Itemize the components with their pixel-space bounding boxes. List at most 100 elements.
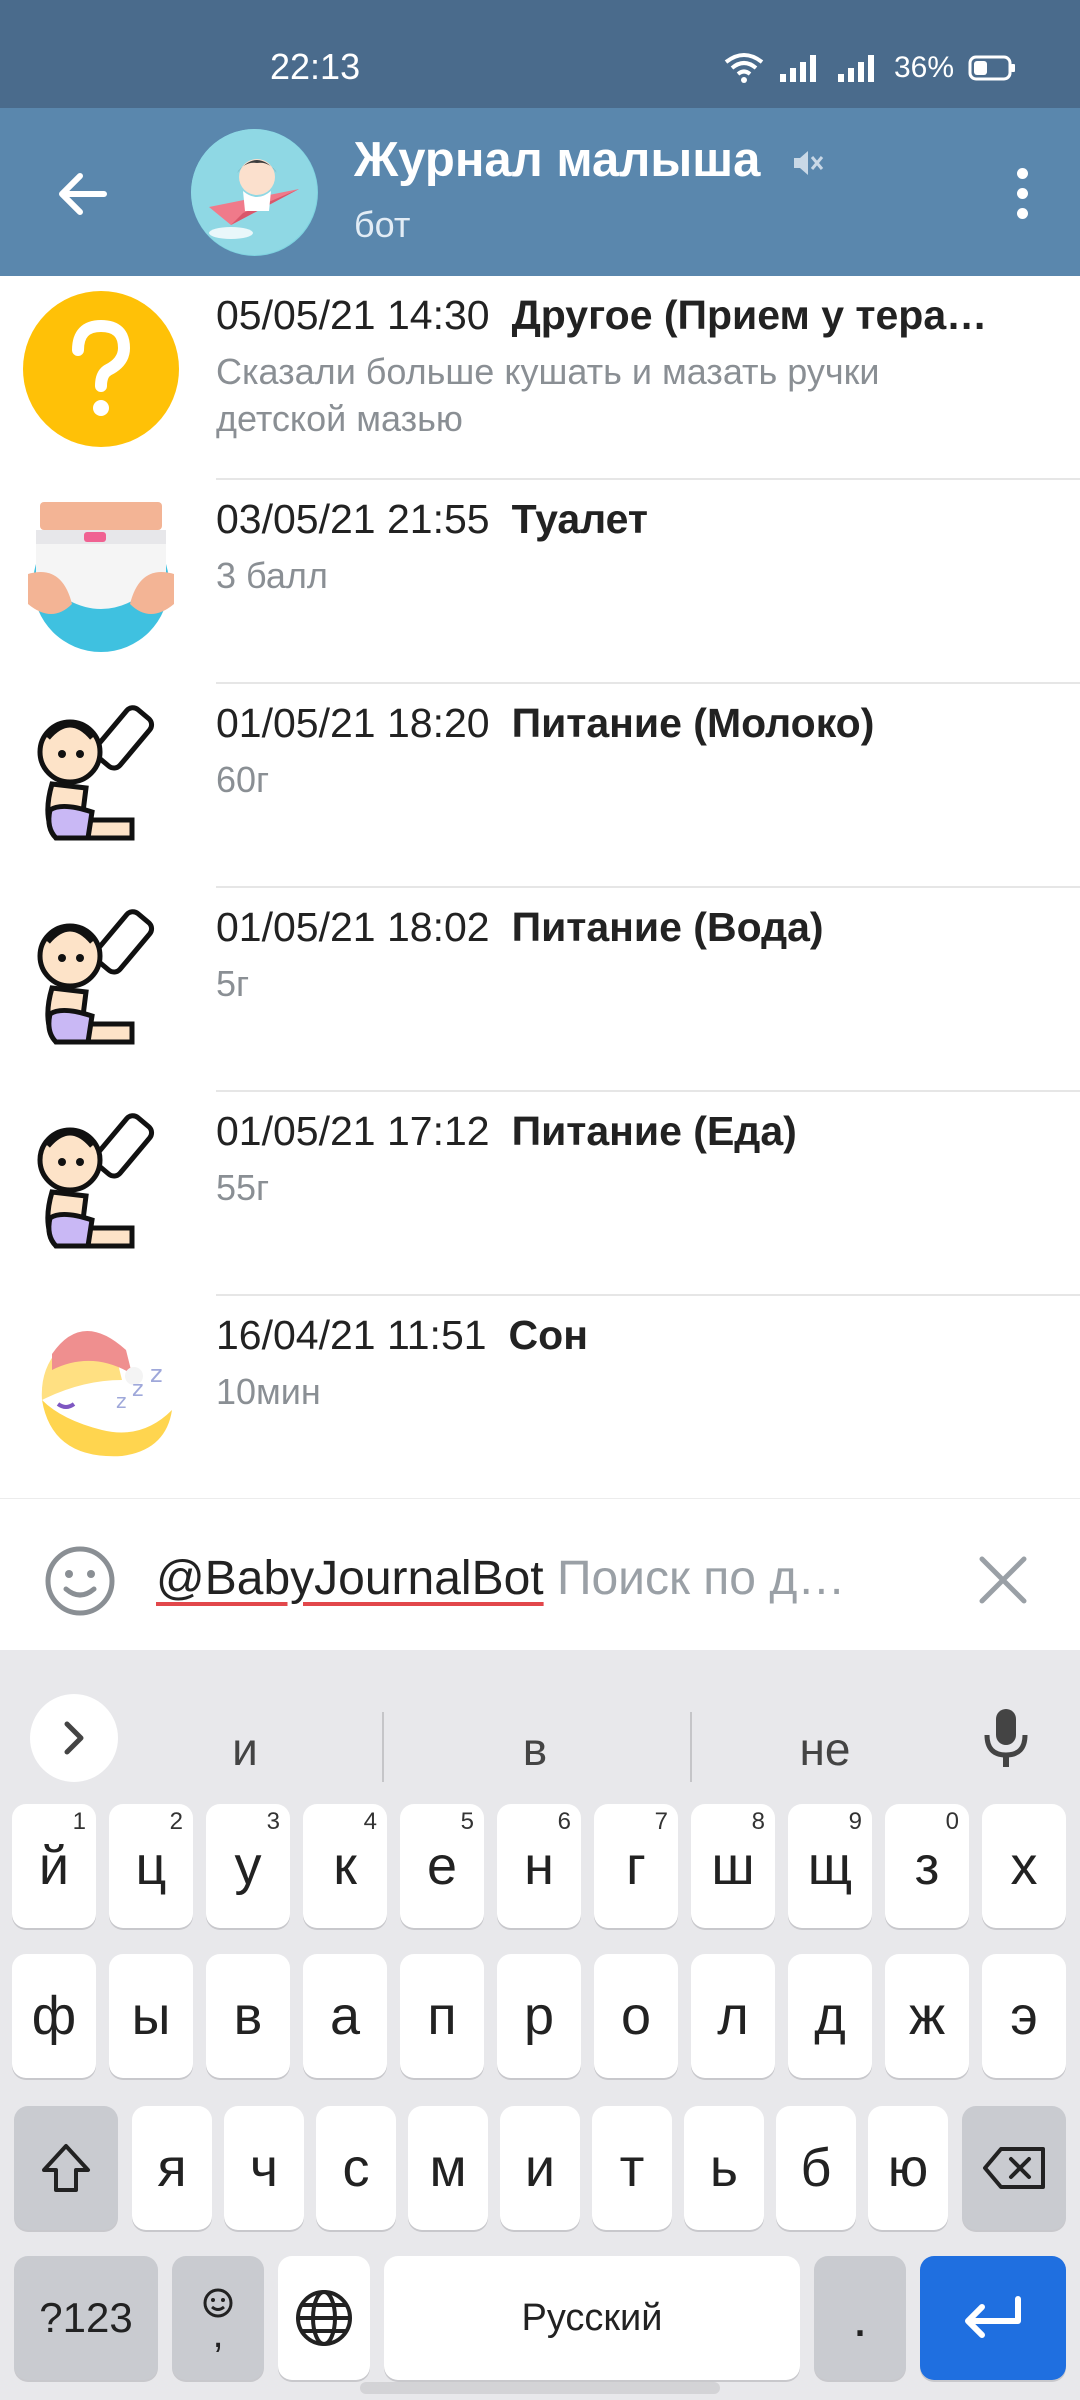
key-ю[interactable]: ю — [868, 2106, 948, 2230]
result-item[interactable]: 01/05/21 18:20 Питание (Молоко) 60г — [0, 684, 1080, 888]
result-datetime: 01/05/21 17:12 — [216, 1108, 490, 1154]
result-category: Питание (Вода) — [511, 904, 824, 950]
close-icon[interactable] — [974, 1551, 1032, 1609]
more-vertical-icon — [1016, 167, 1028, 179]
key-label: л — [717, 1986, 749, 2046]
question-icon — [23, 291, 179, 447]
period-key[interactable]: . — [814, 2256, 906, 2380]
arrow-left-icon — [59, 173, 107, 215]
key-к[interactable]: к4 — [303, 1804, 387, 1928]
signal-icon — [779, 55, 816, 82]
suggestion-separator — [690, 1712, 692, 1782]
key-и[interactable]: и — [500, 2106, 580, 2230]
svg-text:z: z — [150, 1360, 163, 1388]
key-щ[interactable]: щ9 — [788, 1804, 872, 1928]
microphone-button[interactable] — [962, 1694, 1050, 1782]
wifi-icon — [724, 53, 764, 83]
key-л[interactable]: л — [691, 1954, 775, 2078]
result-item[interactable]: z z z 16/04/21 11:51 Сон 10мин — [0, 1296, 1080, 1498]
message-input[interactable]: @BabyJournalBot Поиск по д… — [156, 1551, 936, 1606]
key-number-hint: 7 — [654, 1808, 668, 1835]
key-number-hint: 4 — [363, 1808, 377, 1835]
result-title: 01/05/21 18:02 Питание (Вода) — [216, 904, 1050, 951]
suggestion-1[interactable]: и — [130, 1722, 360, 1776]
result-item[interactable]: 01/05/21 18:02 Питание (Вода) 5г — [0, 888, 1080, 1092]
key-label: д — [814, 1986, 846, 2046]
battery-icon — [968, 55, 1015, 81]
key-ф[interactable]: ф — [12, 1954, 96, 2078]
key-х[interactable]: х — [982, 1804, 1066, 1928]
back-button[interactable] — [44, 156, 120, 232]
suggestion-3[interactable]: не — [710, 1722, 940, 1776]
key-number-hint: 3 — [266, 1808, 280, 1835]
language-key[interactable] — [278, 2256, 370, 2380]
result-datetime: 01/05/21 18:02 — [216, 904, 490, 950]
result-title: 05/05/21 14:30 Другое (Прием у тера… — [216, 292, 1050, 339]
key-ы[interactable]: ы — [109, 1954, 193, 2078]
key-м[interactable]: м — [408, 2106, 488, 2230]
key-ц[interactable]: ц2 — [109, 1804, 193, 1928]
shift-key[interactable] — [14, 2106, 118, 2230]
key-ш[interactable]: ш8 — [691, 1804, 775, 1928]
avatar[interactable] — [191, 129, 318, 256]
key-ж[interactable]: ж — [885, 1954, 969, 2078]
message-input-bar: @BabyJournalBot Поиск по д… — [0, 1498, 1080, 1651]
key-в[interactable]: в — [206, 1954, 290, 2078]
key-я[interactable]: я — [132, 2106, 212, 2230]
navigation-handle[interactable] — [360, 2382, 720, 2394]
backspace-key[interactable] — [962, 2106, 1066, 2230]
key-е[interactable]: е5 — [400, 1804, 484, 1928]
emoji-icon[interactable] — [44, 1545, 116, 1617]
key-number-hint: 2 — [169, 1808, 183, 1835]
key-а[interactable]: а — [303, 1954, 387, 2078]
key-label: а — [329, 1986, 361, 2046]
key-с[interactable]: с — [316, 2106, 396, 2230]
key-label: х — [1010, 1836, 1038, 1896]
key-г[interactable]: г7 — [594, 1804, 678, 1928]
key-э[interactable]: э — [982, 1954, 1066, 2078]
result-item[interactable]: 01/05/21 17:12 Питание (Еда) 55г — [0, 1092, 1080, 1296]
key-label: ы — [131, 1986, 171, 2046]
result-item[interactable]: 05/05/21 14:30 Другое (Прием у тера… Сказ… — [0, 276, 1080, 480]
space-key[interactable]: Русский — [384, 2256, 800, 2380]
more-options-button[interactable] — [992, 148, 1052, 238]
key-number-hint: 9 — [848, 1808, 862, 1835]
result-datetime: 05/05/21 14:30 — [216, 292, 490, 338]
key-у[interactable]: у3 — [206, 1804, 290, 1928]
result-title: 01/05/21 18:20 Питание (Молоко) — [216, 700, 1050, 747]
shift-icon — [42, 2144, 90, 2192]
result-category: Другое (Прием у тера… — [511, 292, 988, 338]
key-label: щ — [807, 1836, 853, 1896]
key-б[interactable]: б — [776, 2106, 856, 2230]
key-ь[interactable]: ь — [684, 2106, 764, 2230]
result-detail: 3 балл — [216, 555, 328, 596]
result-item[interactable]: 03/05/21 21:55 Туалет 3 балл — [0, 480, 1080, 684]
diaper-icon — [28, 502, 174, 652]
on-screen-keyboard: и в не й1ц2у3к4е5н6г7ш8щ9з0х фывапролджэ… — [0, 1650, 1080, 2400]
backspace-icon — [983, 2147, 1045, 2189]
enter-icon — [965, 2296, 1021, 2338]
key-й[interactable]: й1 — [12, 1804, 96, 1928]
symbols-key[interactable]: ?123 — [14, 2256, 158, 2380]
more-vertical-icon-dot — [1016, 187, 1028, 199]
suggestion-expand-button[interactable] — [30, 1694, 118, 1782]
key-п[interactable]: п — [400, 1954, 484, 2078]
signal-icon-2 — [837, 55, 874, 82]
emoji-comma-key[interactable]: , — [172, 2256, 264, 2380]
key-н[interactable]: н6 — [497, 1804, 581, 1928]
key-ч[interactable]: ч — [224, 2106, 304, 2230]
key-р[interactable]: р — [497, 1954, 581, 2078]
key-т[interactable]: т — [592, 2106, 672, 2230]
result-category: Питание (Еда) — [511, 1108, 797, 1154]
status-bar: 22:13 36% — [0, 0, 1080, 108]
key-з[interactable]: з0 — [885, 1804, 969, 1928]
enter-key[interactable] — [920, 2256, 1066, 2380]
chat-subtitle: бот — [354, 204, 411, 245]
key-о[interactable]: о — [594, 1954, 678, 2078]
key-label: ж — [908, 1986, 946, 2046]
result-category: Питание (Молоко) — [511, 700, 875, 746]
key-label: ф — [31, 1986, 77, 2046]
key-д[interactable]: д — [788, 1954, 872, 2078]
suggestion-2[interactable]: в — [420, 1722, 650, 1776]
result-detail: 60г — [216, 759, 270, 800]
